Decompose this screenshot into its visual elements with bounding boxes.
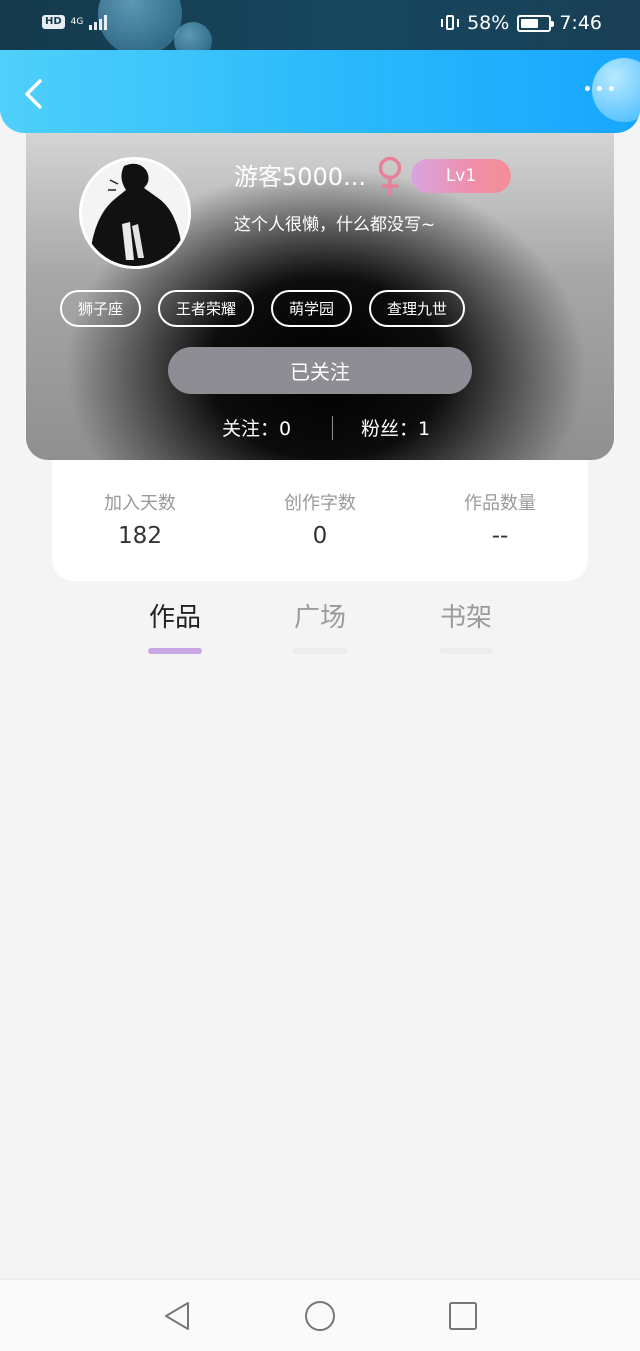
- fans-count[interactable]: 粉丝：1: [361, 414, 430, 441]
- avatar[interactable]: [79, 157, 191, 269]
- battery-icon: [517, 14, 555, 32]
- tab-bookshelf[interactable]: 书架: [406, 598, 526, 654]
- tab-underline: [148, 648, 202, 654]
- tab-square[interactable]: 广场: [260, 598, 380, 654]
- system-nav-bar: [0, 1279, 640, 1351]
- status-right: 58% 7:46: [441, 12, 602, 34]
- tab-underline: [439, 648, 493, 654]
- following-count[interactable]: 关注：0: [222, 414, 291, 441]
- vibrate-icon: [441, 13, 460, 33]
- tag-item[interactable]: 查理九世: [369, 290, 466, 327]
- tag-item[interactable]: 王者荣耀: [158, 290, 255, 327]
- status-left: HD 4G: [42, 14, 108, 30]
- stat-label: 作品数量: [464, 493, 536, 514]
- more-dots-icon: [585, 86, 590, 91]
- tab-underline: [293, 648, 347, 654]
- interest-tags: 狮子座 王者荣耀 萌学园 查理九世: [60, 290, 466, 327]
- stat-value: 0: [312, 523, 328, 549]
- hd-badge: HD: [42, 15, 65, 29]
- profile-card: 游客5000... Lv1 这个人很懒，什么都没写~ 狮子座 王者荣耀 萌学园 …: [26, 128, 614, 460]
- username: 游客5000...: [234, 163, 366, 191]
- status-bar: HD 4G 58% 7:46: [0, 0, 640, 50]
- bio-text: 这个人很懒，什么都没写~: [234, 215, 436, 235]
- decorative-bubble: [98, 0, 182, 50]
- nav-back-triangle-icon: [165, 1302, 189, 1330]
- decorative-bubble: [174, 22, 212, 50]
- back-button[interactable]: [18, 76, 54, 112]
- stat-label: 加入天数: [104, 493, 176, 514]
- nav-recents-square-icon: [449, 1302, 477, 1330]
- tab-works[interactable]: 作品: [115, 598, 235, 654]
- tab-label: 广场: [293, 603, 346, 633]
- nav-recents-button[interactable]: [446, 1299, 480, 1333]
- more-button[interactable]: [585, 86, 614, 91]
- nav-back-button[interactable]: [160, 1299, 194, 1333]
- network-type: 4G: [70, 16, 84, 27]
- female-icon: [378, 156, 402, 196]
- stat-value: --: [491, 523, 509, 549]
- stat-label: 创作字数: [284, 493, 356, 514]
- stat-value: 182: [118, 523, 162, 549]
- follow-stats: 关注：0 粉丝：1: [26, 414, 614, 444]
- stat-works-count: 作品数量 --: [420, 492, 580, 552]
- chevron-left-icon: [25, 79, 42, 109]
- battery-percent: 58%: [467, 12, 510, 34]
- stat-word-count: 创作字数 0: [240, 492, 400, 552]
- level-badge: Lv1: [411, 159, 511, 193]
- tab-label: 书架: [439, 603, 492, 633]
- clock: 7:46: [559, 12, 602, 34]
- nav-home-button[interactable]: [303, 1299, 337, 1333]
- content-tabs: 作品 广场 书架: [0, 598, 640, 658]
- follow-button[interactable]: 已关注: [168, 347, 472, 394]
- signal-icon: [89, 14, 108, 30]
- stats-divider: [332, 416, 333, 440]
- stats-card: 加入天数 182 创作字数 0 作品数量 --: [52, 460, 588, 581]
- tag-item[interactable]: 萌学园: [271, 290, 353, 327]
- top-header: [0, 50, 640, 133]
- avatar-image: [82, 160, 188, 266]
- nav-home-circle-icon: [305, 1301, 335, 1331]
- tab-label: 作品: [148, 603, 201, 633]
- tag-item[interactable]: 狮子座: [60, 290, 142, 327]
- stat-join-days: 加入天数 182: [60, 492, 220, 552]
